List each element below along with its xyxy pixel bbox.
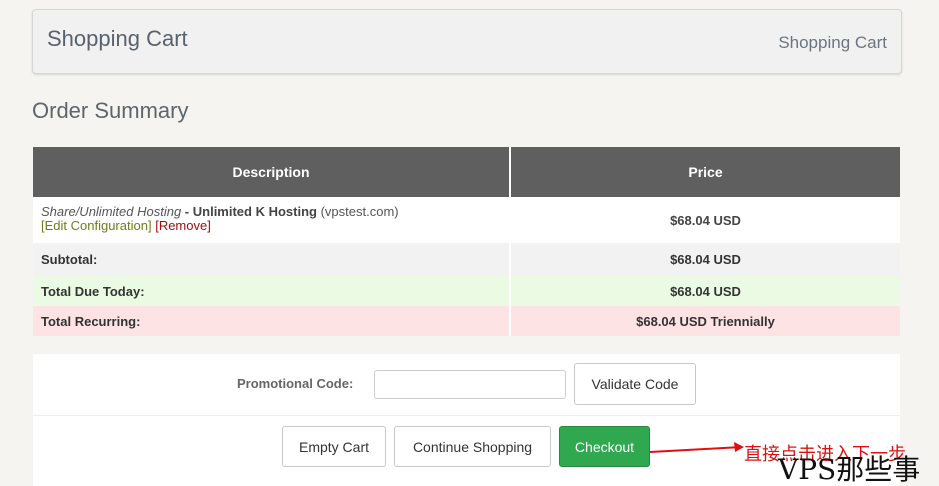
item-description: Share/Unlimited Hosting - Unlimited K Ho…: [33, 197, 511, 243]
checkout-button[interactable]: Checkout: [559, 426, 650, 467]
edit-configuration-link[interactable]: [Edit Configuration]: [41, 218, 152, 233]
product-group: Share/Unlimited Hosting: [41, 204, 182, 219]
total-due-label: Total Due Today:: [33, 276, 511, 306]
item-price: $68.04 USD: [510, 197, 900, 243]
subtotal-value: $68.04 USD: [510, 243, 900, 276]
total-due-value: $68.04 USD: [510, 276, 900, 306]
remove-item-link[interactable]: [Remove]: [155, 218, 211, 233]
cart-table: Description Price Share/Unlimited Hostin…: [33, 147, 900, 336]
page-header: Shopping Cart Shopping Cart: [32, 9, 902, 74]
validate-code-button[interactable]: Validate Code: [574, 363, 696, 405]
product-domain: (vpstest.com): [320, 204, 399, 219]
product-separator: -: [181, 204, 193, 219]
total-recurring-value: $68.04 USD Triennially: [510, 306, 900, 336]
cart-item-row: Share/Unlimited Hosting - Unlimited K Ho…: [33, 197, 900, 243]
product-name: Unlimited K Hosting: [192, 204, 317, 219]
total-recurring-row: Total Recurring: $68.04 USD Triennially: [33, 306, 900, 336]
promo-code-panel: Promotional Code: Validate Code: [33, 354, 900, 416]
empty-cart-button[interactable]: Empty Cart: [282, 426, 386, 467]
annotation-arrow-icon: [649, 442, 744, 453]
breadcrumb[interactable]: Shopping Cart: [778, 33, 887, 53]
subtotal-row: Subtotal: $68.04 USD: [33, 243, 900, 276]
order-summary-heading: Order Summary: [32, 98, 189, 123]
description-column-header: Description: [33, 147, 511, 197]
total-due-row: Total Due Today: $68.04 USD: [33, 276, 900, 306]
promo-code-input[interactable]: [374, 370, 566, 399]
watermark: VPS那些事: [778, 453, 921, 486]
price-column-header: Price: [510, 147, 900, 197]
table-header-row: Description Price: [33, 147, 900, 197]
page-title: Shopping Cart: [47, 26, 188, 51]
subtotal-label: Subtotal:: [33, 243, 511, 276]
promo-code-label: Promotional Code:: [237, 376, 354, 391]
total-recurring-label: Total Recurring:: [33, 306, 511, 336]
continue-shopping-button[interactable]: Continue Shopping: [394, 426, 551, 467]
